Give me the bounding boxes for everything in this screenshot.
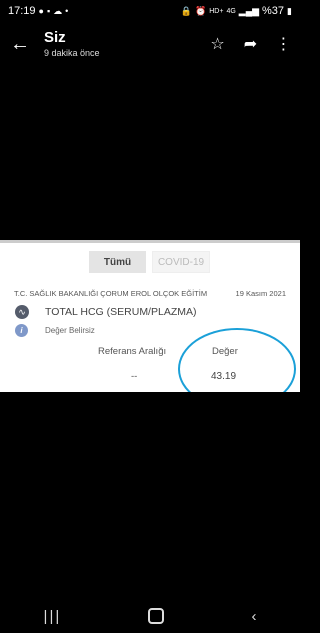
page-title: Siz — [44, 29, 66, 46]
info-icon: i — [15, 324, 28, 337]
status-right: 🔒 ⏰ HD+ 4G ▂▄▆ %37 ▮ — [181, 5, 292, 17]
top-bar: ← Siz 9 dakika önce ☆ ➦ ⋮ — [0, 22, 300, 66]
signal-icon: ▂▄▆ — [238, 5, 260, 16]
recents-button[interactable]: ||| — [44, 608, 62, 625]
highlight-circle — [178, 328, 296, 392]
reference-column-header: Referans Aralığı — [98, 346, 167, 357]
network-label: HD+ — [209, 7, 224, 15]
share-icon: ➦ — [243, 36, 258, 53]
navigation-bar: ||| ‹ — [0, 599, 300, 633]
gallery-icon: ▪ — [46, 6, 51, 16]
page-subtitle: 9 dakika önce — [44, 48, 100, 58]
test-name: TOTAL HCG (SERUM/PLAZMA) — [45, 306, 197, 318]
tab-covid: COVID-19 — [152, 251, 210, 273]
whatsapp-icon: ● — [38, 6, 44, 16]
cloud-icon: ☁ — [53, 5, 63, 16]
battery-icon: ▮ — [287, 5, 292, 16]
report-image[interactable]: Tümü COVID-19 T.C. SAĞLIK BAKANLIĞI ÇORU… — [0, 240, 300, 392]
image-edge — [0, 240, 300, 243]
tab-all: Tümü — [89, 251, 146, 273]
back-button[interactable]: ← — [0, 22, 40, 66]
info-text: Değer Belirsiz — [45, 326, 95, 335]
more-button[interactable]: ⋮ — [267, 22, 300, 66]
test-wave-icon: ∿ — [15, 305, 29, 319]
home-button[interactable] — [148, 608, 165, 624]
alarm-icon: ⏰ — [195, 5, 207, 16]
back-nav-button[interactable]: ‹ — [251, 608, 256, 625]
title-group: Siz 9 dakika önce — [44, 29, 201, 59]
status-time: 17:19 — [8, 5, 36, 17]
status-left: 17:19 ● ▪ ☁ • — [8, 5, 68, 17]
share-button[interactable]: ➦ — [234, 22, 267, 66]
more-vert-icon: ⋮ — [275, 36, 292, 53]
report-date: 19 Kasım 2021 — [235, 289, 286, 298]
hospital-name: T.C. SAĞLIK BAKANLIĞI ÇORUM EROL OLÇOK E… — [14, 289, 208, 298]
status-bar: 17:19 ● ▪ ☁ • 🔒 ⏰ HD+ 4G ▂▄▆ %37 ▮ — [0, 0, 300, 22]
star-icon: ☆ — [210, 36, 225, 53]
reference-value: -- — [131, 371, 138, 382]
battery-label: %37 — [262, 5, 285, 17]
lock-icon: 🔒 — [180, 5, 193, 16]
back-arrow-icon: ← — [10, 32, 30, 55]
network-gen: 4G — [226, 7, 236, 15]
dot-icon: • — [65, 6, 69, 16]
star-button[interactable]: ☆ — [201, 22, 234, 66]
